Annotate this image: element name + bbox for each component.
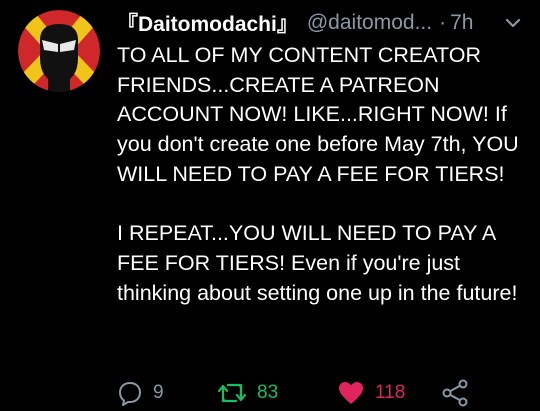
retweet-icon — [217, 380, 247, 406]
reply-button[interactable]: 9 — [117, 378, 164, 408]
reply-count: 9 — [153, 382, 164, 403]
heart-icon — [337, 380, 365, 406]
chevron-down-icon[interactable] — [502, 12, 524, 34]
like-button[interactable]: 118 — [337, 378, 405, 408]
tweet-paragraph: I REPEAT...YOU WILL NEED TO PAY A FEE FO… — [117, 221, 518, 305]
reply-icon — [117, 380, 143, 406]
tweet-actions: 9 83 118 — [117, 378, 537, 408]
timestamp[interactable]: 7h — [450, 11, 473, 35]
user-handle[interactable]: @daitomod... — [307, 11, 432, 35]
tweet-header: 『Daitomodachi』 @daitomod... · 7h — [117, 8, 528, 38]
tweet-paragraph: TO ALL OF MY CONTENT CREATOR FRIENDS...C… — [117, 43, 519, 186]
retweet-count: 83 — [257, 382, 279, 403]
retweet-button[interactable]: 83 — [217, 378, 278, 408]
separator-dot: · — [439, 11, 447, 34]
avatar[interactable] — [18, 10, 100, 92]
share-icon — [441, 379, 469, 407]
like-count: 118 — [375, 382, 406, 403]
tweet-text: TO ALL OF MY CONTENT CREATOR FRIENDS...C… — [117, 41, 532, 308]
avatar-image — [18, 10, 100, 92]
share-button[interactable] — [441, 378, 469, 408]
display-name[interactable]: 『Daitomodachi』 — [117, 8, 298, 38]
